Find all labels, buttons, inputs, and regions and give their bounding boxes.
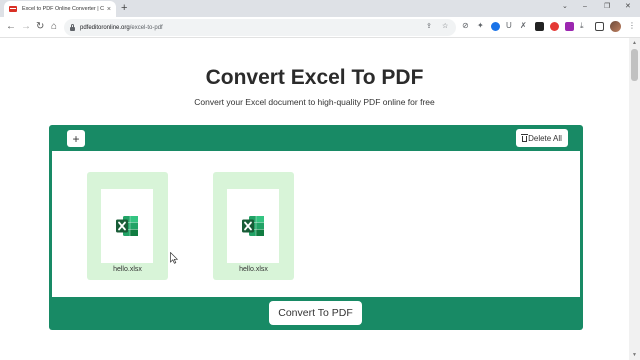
file-drop-area[interactable]: hello.xlsx hello.xlsx [52, 151, 580, 297]
minimize-button[interactable]: – [583, 2, 587, 12]
delete-all-label: Delete All [528, 133, 562, 143]
download-icon[interactable]: ⤓ [580, 21, 584, 31]
browser-toolbar: ← → ↻ ⌂ pdfeditoronline.org/excel-to-pdf… [0, 17, 640, 38]
tab-search-icon[interactable]: ⌄ [562, 2, 568, 12]
share-icon[interactable]: ⇪ [426, 22, 432, 32]
extension-icon[interactable] [535, 22, 544, 31]
pdf-favicon-icon [9, 6, 17, 12]
excel-file-icon [116, 216, 138, 236]
extension-icon[interactable]: U [506, 21, 512, 31]
browser-tab[interactable]: Excel to PDF Online Converter | C × [4, 1, 116, 17]
profile-avatar[interactable] [610, 21, 621, 32]
extension-icon[interactable] [565, 22, 574, 31]
trash-icon [521, 134, 529, 142]
page-viewport: Convert Excel To PDF Convert your Excel … [0, 38, 629, 360]
file-preview [227, 189, 279, 263]
side-panel-icon[interactable] [595, 22, 604, 31]
extension-icon[interactable]: ✦ [477, 21, 484, 31]
scroll-down-arrow-icon[interactable]: ▼ [632, 352, 637, 358]
file-preview [101, 189, 153, 263]
add-file-button[interactable]: + [67, 130, 85, 147]
url-text: pdfeditoronline.org/excel-to-pdf [80, 24, 163, 31]
back-button[interactable]: ← [6, 21, 16, 33]
excel-file-icon [242, 216, 264, 236]
file-card[interactable]: hello.xlsx [213, 172, 294, 280]
extension-icon[interactable]: ✗ [520, 21, 527, 31]
extension-icon[interactable] [491, 22, 500, 31]
mouse-cursor-icon [170, 252, 178, 264]
close-window-button[interactable]: ✕ [625, 2, 631, 12]
browser-menu-icon[interactable]: ⋮ [628, 21, 636, 31]
extension-icon[interactable] [550, 22, 559, 31]
browser-tab-bar: Excel to PDF Online Converter | C × + ⌄ … [0, 0, 640, 17]
address-bar[interactable]: pdfeditoronline.org/excel-to-pdf ⇪ ☆ [64, 19, 456, 36]
file-card[interactable]: hello.xlsx [87, 172, 168, 280]
lock-icon [70, 23, 75, 31]
forward-button[interactable]: → [21, 21, 31, 33]
reload-button[interactable]: ↻ [36, 21, 44, 33]
page-subtitle: Convert your Excel document to high-qual… [194, 97, 435, 107]
delete-all-button[interactable]: Delete All [516, 129, 568, 147]
home-button[interactable]: ⌂ [51, 21, 57, 33]
restore-button[interactable]: ❐ [604, 2, 610, 12]
page-title: Convert Excel To PDF [205, 66, 424, 89]
converter-panel: + Delete All hello.xlsx hello.xlsx Conve… [49, 125, 583, 330]
scrollbar-thumb[interactable] [631, 49, 638, 81]
file-name: hello.xlsx [113, 266, 142, 273]
new-tab-button[interactable]: + [121, 2, 127, 14]
bookmark-star-icon[interactable]: ☆ [442, 22, 448, 32]
file-name: hello.xlsx [239, 266, 268, 273]
tab-close-icon[interactable]: × [107, 6, 111, 13]
convert-to-pdf-button[interactable]: Convert To PDF [269, 301, 362, 325]
extension-icon[interactable]: ⊘ [462, 21, 469, 31]
page-scrollbar[interactable]: ▲ ▼ [629, 38, 640, 360]
tab-title: Excel to PDF Online Converter | C [22, 6, 104, 12]
scroll-up-arrow-icon[interactable]: ▲ [632, 40, 637, 46]
